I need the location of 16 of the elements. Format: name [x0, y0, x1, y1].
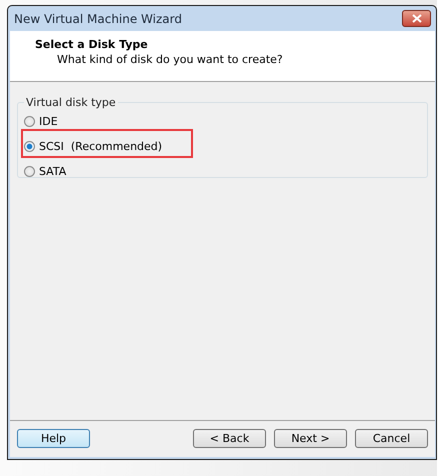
- close-button[interactable]: [402, 10, 431, 27]
- page-title: Select a Disk Type: [35, 38, 149, 51]
- page-subtitle: What kind of disk do you want to create?: [56, 53, 284, 66]
- radio-label[interactable]: SATA: [39, 164, 66, 178]
- wizard-button[interactable]: < Back: [193, 429, 266, 448]
- close-icon: [412, 14, 422, 23]
- radio-button[interactable]: [24, 166, 35, 176]
- radio-label[interactable]: IDE: [39, 114, 58, 128]
- window-title: New Virtual Machine Wizard: [14, 12, 182, 26]
- wizard-button[interactable]: Cancel: [355, 429, 428, 448]
- help-button[interactable]: Help: [17, 429, 90, 448]
- radio-label[interactable]: SCSI (Recommended): [39, 140, 162, 152]
- group-label: Virtual disk type: [25, 96, 117, 109]
- wizard-button[interactable]: Next >: [274, 429, 347, 448]
- radio-button[interactable]: [24, 116, 35, 126]
- radio-button[interactable]: [24, 140, 35, 152]
